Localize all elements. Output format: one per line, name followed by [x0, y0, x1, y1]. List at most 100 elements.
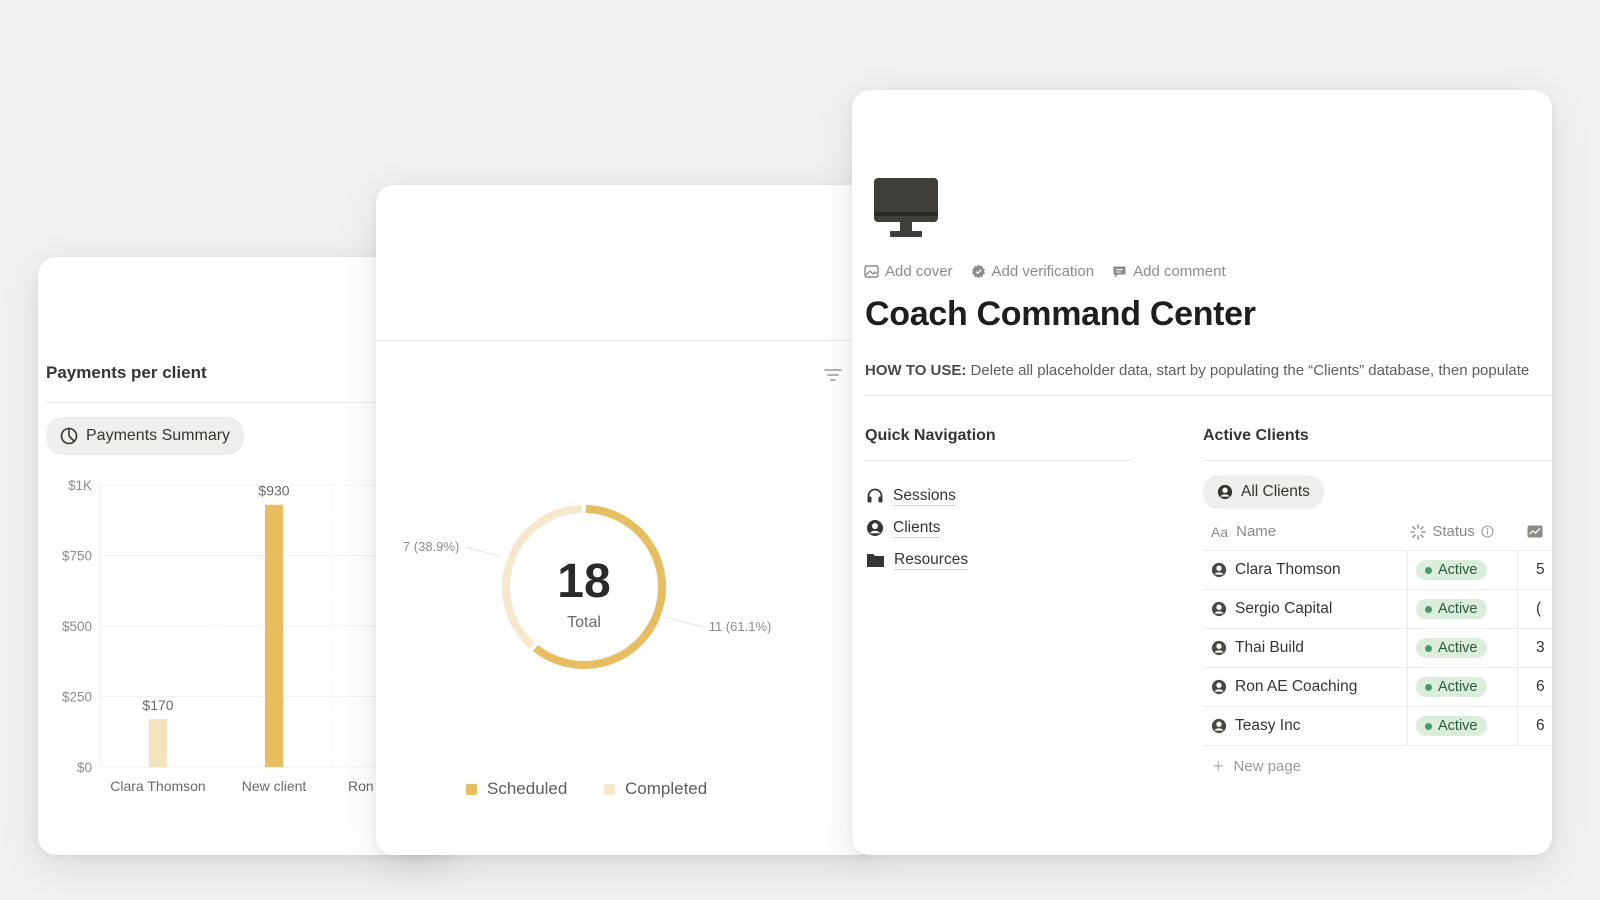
- new-page-button[interactable]: + New page: [1203, 746, 1552, 786]
- donut-total-value: 18: [557, 555, 610, 608]
- image-icon: [864, 265, 879, 278]
- status-dot: [1425, 605, 1432, 613]
- x-tick-label: Clara Thomson: [110, 778, 205, 794]
- command-center-page: Add cover Add verification Add comment C…: [852, 90, 1552, 855]
- client-status-cell[interactable]: Active: [1408, 668, 1518, 706]
- client-name: Clara Thomson: [1235, 561, 1341, 578]
- client-status-cell[interactable]: Active: [1408, 590, 1518, 628]
- how-to-use-prefix: HOW TO USE:: [865, 362, 967, 379]
- y-tick-label: $750: [62, 549, 92, 564]
- client-extra-cell[interactable]: 6: [1518, 668, 1552, 706]
- client-name-cell[interactable]: Ron AE Coaching: [1203, 668, 1408, 706]
- payments-title: Payments per client: [46, 363, 207, 382]
- how-to-use-body: Delete all placeholder data, start by po…: [966, 362, 1530, 379]
- payments-summary-label: Payments Summary: [86, 427, 231, 444]
- extra-value: 6: [1536, 678, 1545, 695]
- client-name-cell[interactable]: Sergio Capital: [1203, 590, 1408, 628]
- slice-label: 11 (61.1%): [709, 619, 772, 634]
- text-property-icon: Aa: [1211, 523, 1229, 540]
- status-badge: Active: [1416, 599, 1487, 619]
- client-extra-cell[interactable]: 6: [1518, 707, 1552, 745]
- client-name: Teasy Inc: [1235, 717, 1301, 734]
- table-row[interactable]: Teasy Inc Active 6: [1203, 707, 1552, 746]
- table-header: Aa Name Status: [1203, 513, 1552, 551]
- sessions-donut-card: 11 (61.1%) 7 (38.9%) 18 Total Scheduled Com…: [376, 185, 876, 855]
- client-name: Sergio Capital: [1235, 600, 1333, 617]
- column-label: Name: [1236, 523, 1277, 540]
- status-dot: [1425, 683, 1432, 691]
- divider: [865, 395, 1552, 396]
- table-row[interactable]: Thai Build Active 3: [1203, 629, 1552, 668]
- status-loader-icon: [1410, 523, 1427, 540]
- status-badge: Active: [1416, 560, 1487, 580]
- client-status-cell[interactable]: Active: [1408, 707, 1518, 745]
- nav-item-sessions[interactable]: Sessions: [866, 480, 968, 512]
- user-circle-icon: [1217, 484, 1233, 500]
- client-rows: Clara Thomson Active 5 Sergio Capital Active…: [1203, 551, 1552, 746]
- table-row[interactable]: Clara Thomson Active 5: [1203, 551, 1552, 590]
- table-row[interactable]: Sergio Capital Active (: [1203, 590, 1552, 629]
- client-status-cell[interactable]: Active: [1408, 629, 1518, 667]
- user-circle-icon: [1211, 718, 1227, 734]
- chart-property-icon: [1527, 525, 1543, 538]
- donut-total-label: Total: [567, 614, 601, 631]
- how-to-use-text: HOW TO USE: Delete all placeholder data,…: [865, 362, 1552, 379]
- nav-item-resources[interactable]: Resources: [866, 544, 969, 576]
- client-extra-cell[interactable]: (: [1518, 590, 1552, 628]
- status-dot: [1425, 722, 1432, 730]
- column-header-extra[interactable]: [1519, 513, 1552, 550]
- status-badge: Active: [1416, 716, 1487, 736]
- bar-new-client[interactable]: [265, 504, 283, 767]
- data-label: $170: [142, 697, 173, 713]
- column-header-status[interactable]: Status: [1402, 513, 1519, 550]
- payments-summary-view-tab[interactable]: Payments Summary: [46, 417, 245, 455]
- legend-swatch-scheduled: [466, 783, 477, 795]
- add-verification-button[interactable]: Add verification: [971, 263, 1095, 280]
- status-label: Active: [1438, 679, 1478, 695]
- add-comment-button[interactable]: Add comment: [1112, 263, 1226, 280]
- quick-navigation-list: Sessions Clients Resources: [866, 480, 969, 576]
- headset-icon: [867, 488, 883, 503]
- nav-item-clients[interactable]: Clients: [866, 512, 968, 544]
- status-label: Active: [1438, 562, 1478, 578]
- extra-value: 3: [1536, 639, 1545, 656]
- add-comment-label: Add comment: [1133, 263, 1226, 280]
- user-circle-icon: [1211, 640, 1227, 656]
- status-dot: [1425, 566, 1432, 574]
- all-clients-label: All Clients: [1241, 483, 1310, 500]
- client-name-cell[interactable]: Thai Build: [1203, 629, 1408, 667]
- user-circle-icon: [1211, 601, 1227, 617]
- new-page-label: New page: [1233, 757, 1302, 775]
- client-name-cell[interactable]: Clara Thomson: [1203, 551, 1408, 589]
- y-tick-label: $500: [62, 619, 92, 634]
- page-title: Coach Command Center: [865, 295, 1256, 333]
- add-cover-button[interactable]: Add cover: [864, 263, 953, 280]
- info-icon[interactable]: [1481, 525, 1494, 538]
- legend-item-scheduled[interactable]: Scheduled: [466, 779, 567, 799]
- divider: [865, 460, 1132, 461]
- slice-label: 7 (38.9%): [403, 539, 459, 554]
- user-circle-icon: [1211, 679, 1227, 695]
- status-label: Active: [1438, 718, 1478, 734]
- table-row[interactable]: Ron AE Coaching Active 6: [1203, 668, 1552, 707]
- client-name-cell[interactable]: Teasy Inc: [1203, 707, 1408, 745]
- all-clients-view-tab[interactable]: All Clients: [1203, 475, 1324, 509]
- column-label: Status: [1432, 523, 1475, 540]
- extra-value: 6: [1536, 717, 1545, 734]
- add-verification-label: Add verification: [991, 263, 1095, 280]
- client-extra-cell[interactable]: 5: [1518, 551, 1552, 589]
- computer-icon[interactable]: [874, 178, 938, 240]
- column-header-name[interactable]: Aa Name: [1203, 513, 1402, 550]
- bar-clara-thomson[interactable]: [149, 719, 167, 767]
- y-tick-label: $1K: [68, 478, 92, 493]
- nav-label: Clients: [893, 518, 941, 538]
- data-label: $930: [258, 483, 289, 499]
- client-status-cell[interactable]: Active: [1408, 551, 1518, 589]
- active-clients-heading: Active Clients: [1203, 427, 1309, 444]
- extra-value: 5: [1536, 561, 1545, 578]
- user-circle-icon: [1211, 562, 1227, 578]
- plus-icon: +: [1213, 755, 1224, 776]
- client-extra-cell[interactable]: 3: [1518, 629, 1552, 667]
- y-tick-label: $0: [77, 760, 92, 775]
- legend-item-completed[interactable]: Completed: [604, 779, 707, 799]
